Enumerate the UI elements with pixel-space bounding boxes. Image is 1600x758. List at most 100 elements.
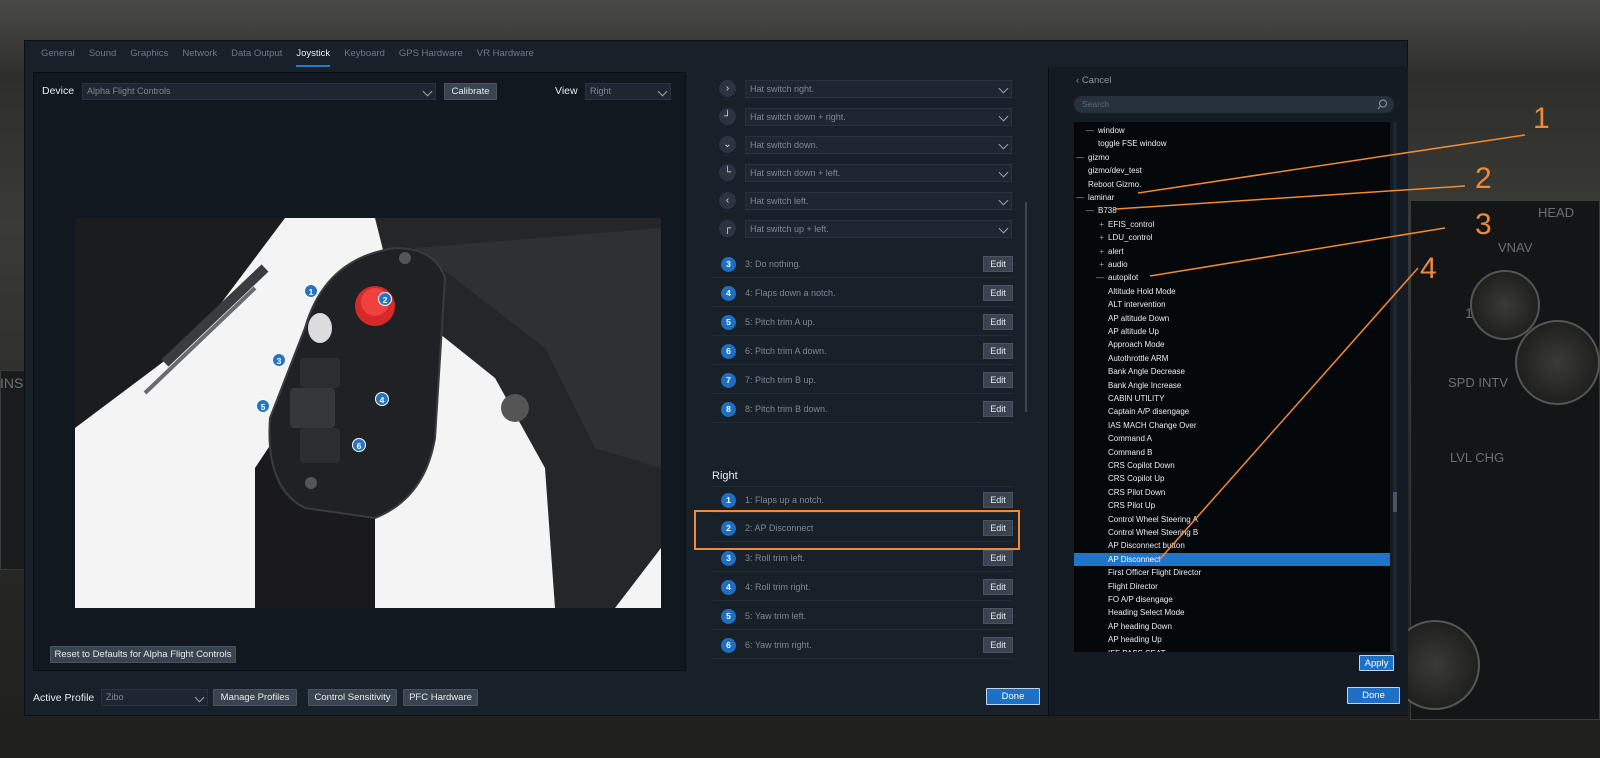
tree-item[interactable]: + alert [1074,245,1390,258]
tab-vr-hardware[interactable]: VR Hardware [477,41,534,67]
tab-network[interactable]: Network [182,41,217,67]
edit-button[interactable]: Edit [983,256,1013,272]
button-row: 1 1: Flaps up a notch. Edit [713,486,1013,513]
tree-item[interactable]: Bank Angle Decrease [1074,365,1390,378]
tree-item[interactable]: CRS Pilot Down [1074,486,1390,499]
pfc-hardware-button[interactable]: PFC Hardware [403,689,478,706]
edit-button[interactable]: Edit [983,492,1013,508]
cockpit-label-spd-intv: SPD INTV [1448,375,1508,390]
edit-button[interactable]: Edit [983,314,1013,330]
edit-button[interactable]: Edit [983,550,1013,566]
tree-item-label: CRS Copilot Down [1108,461,1175,470]
tree-item-label: First Officer Flight Director [1108,568,1202,578]
tree-item[interactable]: — B738 [1074,204,1390,217]
tree-item-selected[interactable]: AP Disconnect [1074,552,1390,566]
profile-select[interactable]: Zibo [101,689,208,706]
command-tree[interactable]: — window toggle FSE window — gizmo gizmo/dev_… [1074,122,1390,652]
tree-item[interactable]: toggle FSE window [1074,137,1390,150]
edit-button[interactable]: Edit [983,520,1013,536]
tree-item[interactable]: Captain A/P disengage [1074,405,1390,418]
edit-button[interactable]: Edit [983,401,1013,417]
edit-button[interactable]: Edit [983,285,1013,301]
tree-item-label: gizmo/dev_test [1088,166,1142,176]
hat-command-value: Hat switch right. [750,84,815,94]
control-sensitivity-button[interactable]: Control Sensitivity [308,689,397,706]
edit-button[interactable]: Edit [983,343,1013,359]
tree-item[interactable]: — laminar [1074,191,1390,204]
tab-keyboard[interactable]: Keyboard [344,41,385,67]
tree-item[interactable]: CABIN UTILITY [1074,392,1390,405]
tree-item[interactable]: Bank Angle Increase [1074,379,1390,392]
tree-item[interactable]: + EFIS_control [1074,218,1390,231]
scrollbar[interactable] [1025,202,1027,412]
tree-item[interactable]: Heading Select Mode [1074,606,1390,619]
device-select[interactable]: Alpha Flight Controls [82,83,436,100]
tree-item-label: laminar [1088,193,1115,202]
tab-general[interactable]: General [41,41,75,67]
tree-item[interactable]: + audio [1074,258,1390,271]
tree-item[interactable]: CRS Copilot Up [1074,472,1390,485]
hat-command-select[interactable]: Hat switch down + right. [745,108,1012,126]
tree-item[interactable]: CRS Pilot Up [1074,499,1390,512]
hat-command-select[interactable]: Hat switch down. [745,136,1012,154]
tree-item-label: toggle FSE window [1098,139,1167,149]
tree-item[interactable]: Control Wheel Steering A [1074,513,1390,526]
tree-item-label: Altitude Hold Mode [1108,286,1176,296]
manage-profiles-button[interactable]: Manage Profiles [213,689,297,706]
tree-item[interactable]: Command A [1074,432,1390,445]
tree-item[interactable]: gizmo/dev_test [1074,164,1390,177]
tree-item[interactable]: IAS MACH Change Over [1074,419,1390,432]
tab-joystick[interactable]: Joystick [296,41,331,67]
cancel-link[interactable]: ‹ Cancel [1076,75,1111,86]
search-placeholder: Search [1082,99,1109,109]
hat-command-select[interactable]: Hat switch left. [745,192,1012,210]
tree-item[interactable]: Flight Director [1074,580,1390,593]
tab-sound[interactable]: Sound [89,41,116,67]
tree-item[interactable]: Altitude Hold Mode [1074,285,1390,298]
hat-command-value: Hat switch left. [750,196,809,206]
tree-item-label: IFF PASS SEAT [1108,649,1166,652]
tree-item[interactable]: Approach Mode [1074,338,1390,351]
tree-item-label: AP Disconnect [1108,554,1161,564]
tree-item[interactable]: Autothrottle ARM [1074,352,1390,365]
hat-up-left-icon: ┌ [719,220,736,237]
tree-item[interactable]: AP Disconnect button [1074,539,1390,552]
tree-item[interactable]: AP heading Down [1074,620,1390,633]
tree-item[interactable]: Control Wheel Steering B [1074,526,1390,539]
hat-command-select[interactable]: Hat switch right. [745,80,1012,98]
edit-button[interactable]: Edit [983,608,1013,624]
done-button[interactable]: Done [986,688,1040,705]
tree-item[interactable]: — autopilot [1074,271,1390,284]
tab-graphics[interactable]: Graphics [130,41,168,67]
tree-item[interactable]: First Officer Flight Director [1074,566,1390,579]
tree-item[interactable]: FO A/P disengage [1074,593,1390,606]
hat-command-select[interactable]: Hat switch down + left. [745,164,1012,182]
tree-item[interactable]: Command B [1074,446,1390,459]
apply-button[interactable]: Apply [1359,655,1394,671]
done-button-right[interactable]: Done [1347,687,1400,704]
tree-item[interactable]: AP altitude Up [1074,325,1390,338]
tree-item[interactable]: — gizmo [1074,151,1390,164]
tree-scrollbar-thumb[interactable] [1393,492,1397,512]
tree-item[interactable]: + LDU_control [1074,231,1390,244]
expand-icon: + [1099,233,1104,243]
calibrate-button[interactable]: Calibrate [444,83,497,100]
tree-item[interactable]: IFF PASS SEAT [1074,647,1390,652]
view-select[interactable]: Right [585,83,671,100]
tree-scrollbar[interactable] [1393,122,1397,652]
tree-item[interactable]: Reboot Gizmo. [1074,178,1390,191]
edit-button[interactable]: Edit [983,579,1013,595]
tab-data-output[interactable]: Data Output [231,41,282,67]
tree-item[interactable]: AP heading Up [1074,633,1390,646]
tree-item[interactable]: — window [1074,124,1390,137]
tree-item[interactable]: CRS Copilot Down [1074,459,1390,472]
reset-defaults-button[interactable]: Reset to Defaults for Alpha Flight Contr… [50,646,236,663]
hat-command-select[interactable]: Hat switch up + left. [745,220,1012,238]
edit-button[interactable]: Edit [983,637,1013,653]
photo-badge-6: 6 [352,438,366,452]
search-field[interactable]: Search [1074,96,1394,113]
tree-item[interactable]: ALT intervention [1074,298,1390,311]
tab-gps-hardware[interactable]: GPS Hardware [399,41,463,67]
edit-button[interactable]: Edit [983,372,1013,388]
tree-item[interactable]: AP altitude Down [1074,312,1390,325]
